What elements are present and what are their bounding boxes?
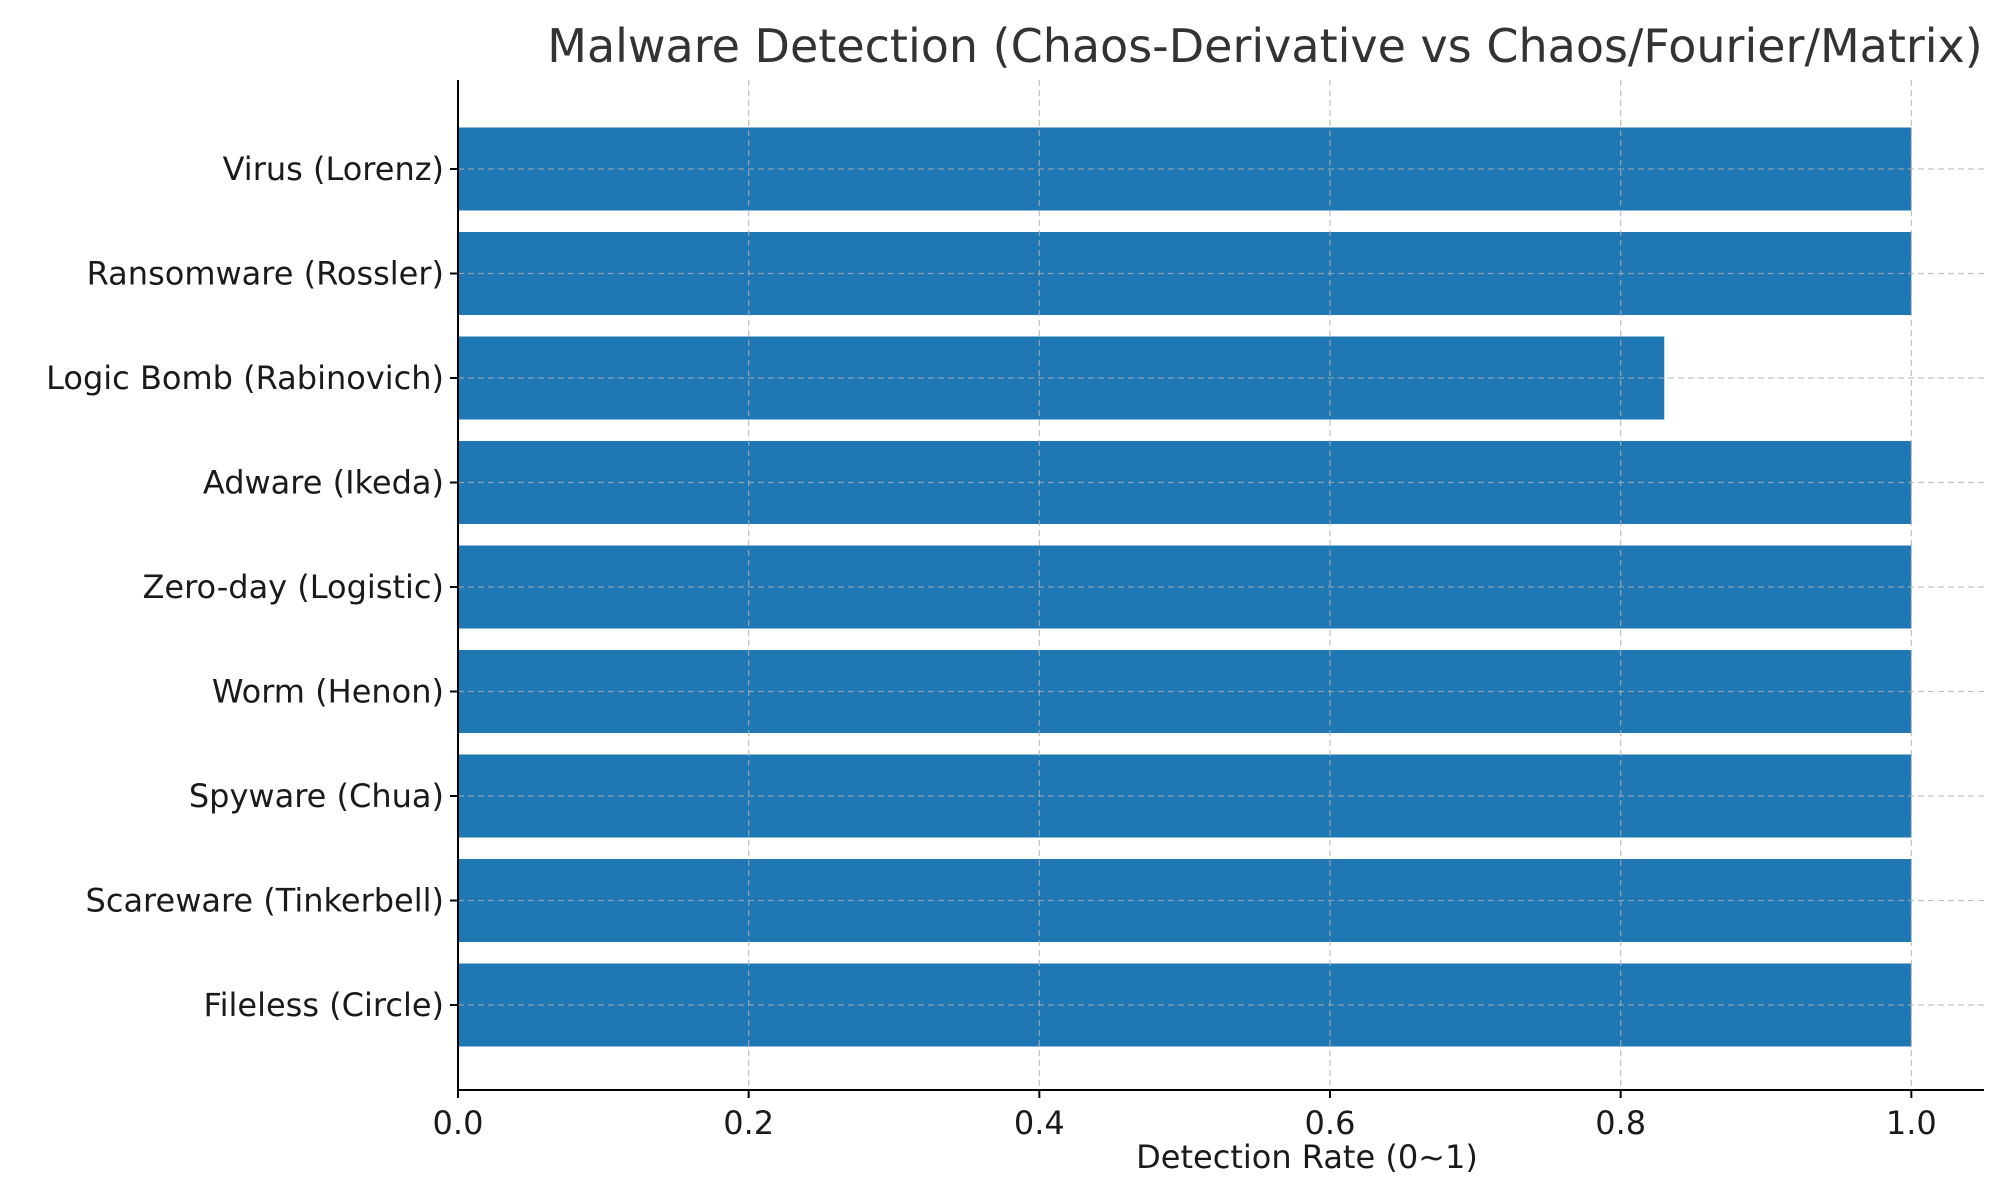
x-tick-labels: 0.0 0.2 0.4 0.6 0.8 1.0: [433, 1104, 1937, 1142]
bar-chart: Malware Detection (Chaos-Derivative vs C…: [46, 19, 1984, 1176]
x-tick-label-0: 0.0: [433, 1104, 484, 1142]
y-tick-label-1: Ransomware (Rossler): [87, 255, 444, 293]
y-tick-label-7: Scareware (Tinkerbell): [86, 882, 444, 920]
chart-container: Malware Detection (Chaos-Derivative vs C…: [0, 0, 2000, 1200]
y-tick-label-5: Worm (Henon): [212, 673, 444, 711]
x-tick-label-4: 0.8: [1595, 1104, 1646, 1142]
x-tick-label-5: 1.0: [1886, 1104, 1937, 1142]
y-tick-label-3: Adware (Ikeda): [203, 464, 444, 502]
y-tick-label-2: Logic Bomb (Rabinovich): [46, 359, 444, 397]
x-tick-label-1: 0.2: [723, 1104, 774, 1142]
y-tick-label-8: Fileless (Circle): [204, 986, 444, 1024]
x-tick-label-3: 0.6: [1305, 1104, 1356, 1142]
x-axis-label: Detection Rate (0~1): [1136, 1138, 1478, 1176]
y-tick-labels: Virus (Lorenz) Ransomware (Rossler) Logic …: [46, 150, 444, 1024]
chart-title: Malware Detection (Chaos-Derivative vs C…: [547, 19, 1982, 73]
y-tick-label-0: Virus (Lorenz): [223, 150, 444, 188]
x-tick-label-2: 0.4: [1014, 1104, 1065, 1142]
y-tick-label-6: Spyware (Chua): [189, 777, 444, 815]
y-tick-label-4: Zero-day (Logistic): [142, 568, 444, 606]
